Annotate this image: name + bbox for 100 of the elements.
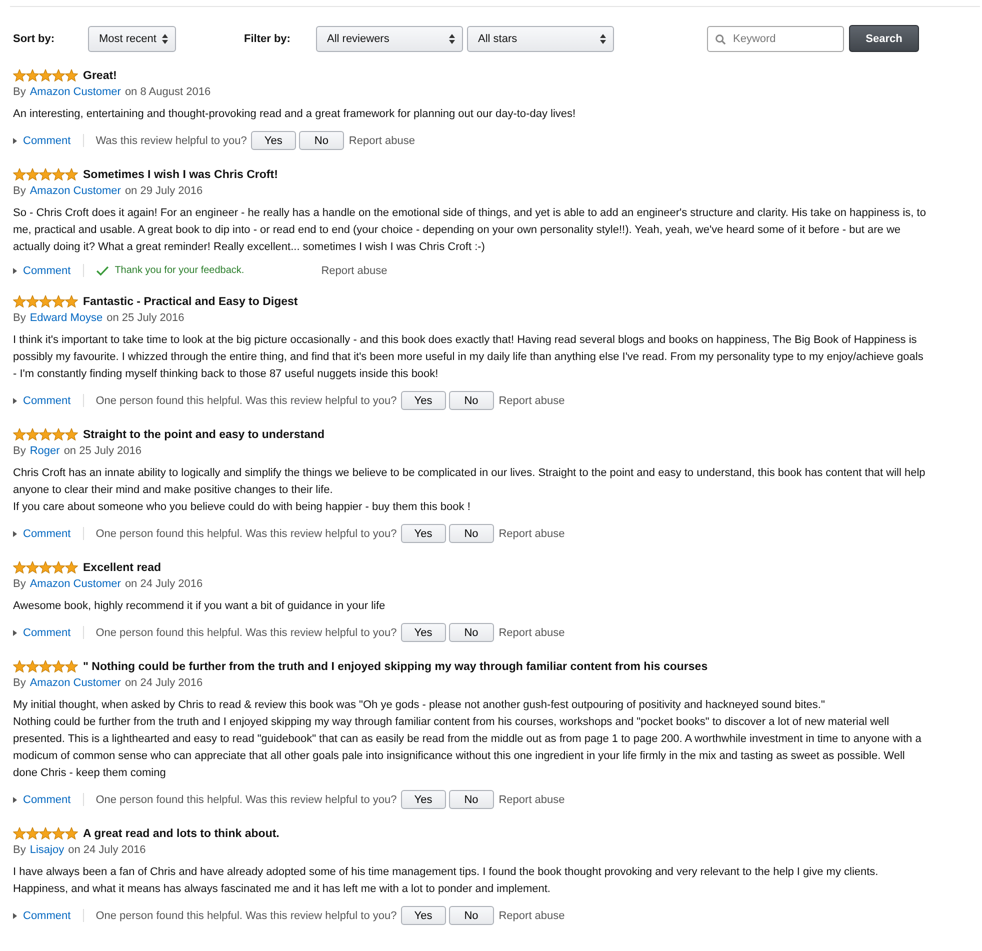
triangle-icon (13, 531, 17, 537)
helpful-question: One person found this helpful. Was this review helpful to you? (96, 394, 397, 406)
review-text: An interesting, entertaining and thought-provoking read and a great framework for planning out our day-to-day lives! (13, 107, 577, 122)
no-button[interactable]: No (448, 790, 494, 809)
review-text: If you care about someone who you believe could do with being happier - buy them this book ! (13, 500, 472, 515)
author-link[interactable]: Amazon Customer (30, 185, 121, 197)
star-icon (52, 168, 65, 181)
star-icon (65, 168, 78, 181)
star-icon (39, 295, 52, 308)
star-icon (26, 428, 39, 441)
by-label: By (13, 677, 26, 689)
star-icon (13, 561, 26, 574)
star-icon (26, 660, 39, 673)
review-date: on 24 July 2016 (68, 844, 146, 856)
comment-link[interactable]: Comment (13, 794, 71, 806)
check-icon (96, 266, 109, 276)
author-link[interactable]: Lisajoy (30, 844, 64, 856)
review-title: Excellent read (83, 562, 161, 574)
author-link[interactable]: Amazon Customer (30, 677, 121, 689)
report-abuse-link[interactable]: Report abuse (498, 528, 565, 540)
author-link[interactable]: Roger (30, 445, 60, 457)
review-date: on 8 August 2016 (124, 86, 211, 98)
star-icon (52, 827, 65, 840)
comment-link[interactable]: Comment (13, 134, 71, 146)
yes-button[interactable]: Yes (250, 131, 296, 150)
yes-button[interactable]: Yes (400, 391, 446, 410)
report-abuse-link[interactable]: Report abuse (498, 394, 565, 406)
comment-link[interactable]: Comment (13, 626, 71, 638)
review-date: on 25 July 2016 (106, 312, 184, 324)
star-icon (26, 168, 39, 181)
report-abuse-link[interactable]: Report abuse (498, 910, 565, 922)
reviewer-select[interactable]: All reviewers (316, 26, 463, 52)
stars-select[interactable]: All stars (467, 26, 614, 52)
review-title: Straight to the point and easy to understand (83, 428, 325, 440)
author-link[interactable]: Edward Moyse (30, 312, 103, 324)
by-label: By (13, 86, 26, 98)
report-abuse-link[interactable]: Report abuse (321, 264, 388, 276)
star-icon (65, 295, 78, 308)
comment-link[interactable]: Comment (13, 910, 71, 922)
by-label: By (13, 844, 26, 856)
yes-button[interactable]: Yes (400, 623, 446, 642)
star-icon (39, 168, 52, 181)
updown-icon (449, 34, 455, 44)
star-icon (39, 69, 52, 82)
triangle-icon (13, 398, 17, 404)
keyword-field[interactable]: Keyword (707, 26, 844, 52)
star-icon (39, 827, 52, 840)
by-label: By (13, 185, 26, 197)
sort-select[interactable]: Most recent (88, 26, 176, 52)
no-button[interactable]: No (448, 623, 494, 642)
report-abuse-link[interactable]: Report abuse (348, 134, 415, 146)
comment-link[interactable]: Comment (13, 394, 71, 406)
report-abuse-link[interactable]: Report abuse (498, 626, 565, 638)
star-icon (39, 561, 52, 574)
helpful-question: One person found this helpful. Was this review helpful to you? (96, 528, 397, 540)
comment-link[interactable]: Comment (13, 264, 71, 276)
helpful-question: One person found this helpful. Was this review helpful to you? (96, 910, 397, 922)
star-icon (65, 827, 78, 840)
review-date: on 29 July 2016 (124, 185, 203, 197)
review-text: Chris Croft has an innate ability to logically and simplify the things we believe to be complicated in our lives. Straight to the point and easy to understand, this book has content that will help anyone to clear their mind and make positive changes to their life. (13, 466, 926, 498)
review-text: My initial thought, when asked by Chris to read & review this book was "Oh ye gods - please not another gush-fest outpouring of positivity and hackneyed sound bites." (13, 698, 826, 713)
triangle-icon (13, 797, 17, 803)
review-text: Awesome book, highly recommend it if you want a bit of guidance in your life (13, 599, 386, 614)
filter-label: Filter by: (244, 32, 292, 44)
star-icon (13, 168, 26, 181)
star-icon (13, 428, 26, 441)
no-button[interactable]: No (448, 391, 494, 410)
star-icon (13, 827, 26, 840)
review-title: Great! (83, 70, 117, 82)
triangle-icon (13, 630, 17, 636)
star-icon (26, 69, 39, 82)
no-button[interactable]: No (298, 131, 344, 150)
author-link[interactable]: Amazon Customer (30, 86, 121, 98)
no-button[interactable]: No (448, 906, 494, 925)
feedback-message: Thank you for your feedback. (114, 265, 244, 276)
star-icon (13, 69, 26, 82)
triangle-icon (13, 913, 17, 919)
by-label: By (13, 445, 26, 457)
review-date: on 25 July 2016 (64, 445, 142, 457)
yes-button[interactable]: Yes (400, 524, 446, 543)
star-icon (26, 827, 39, 840)
review-title: Sometimes I wish I was Chris Croft! (83, 168, 278, 180)
yes-button[interactable]: Yes (400, 906, 446, 925)
review-title: A great read and lots to think about. (83, 828, 280, 840)
no-button[interactable]: No (448, 524, 494, 543)
star-icon (52, 295, 65, 308)
author-link[interactable]: Amazon Customer (30, 578, 121, 590)
yes-button[interactable]: Yes (400, 790, 446, 809)
search-button[interactable]: Search (849, 25, 919, 52)
by-label: By (13, 312, 26, 324)
comment-link[interactable]: Comment (13, 528, 71, 540)
triangle-icon (13, 138, 17, 144)
star-icon (52, 428, 65, 441)
star-icon (13, 660, 26, 673)
triangle-icon (13, 268, 17, 274)
helpful-question: One person found this helpful. Was this review helpful to you? (96, 626, 397, 638)
star-icon (52, 660, 65, 673)
by-label: By (13, 578, 26, 590)
star-icon (26, 295, 39, 308)
report-abuse-link[interactable]: Report abuse (498, 794, 565, 806)
